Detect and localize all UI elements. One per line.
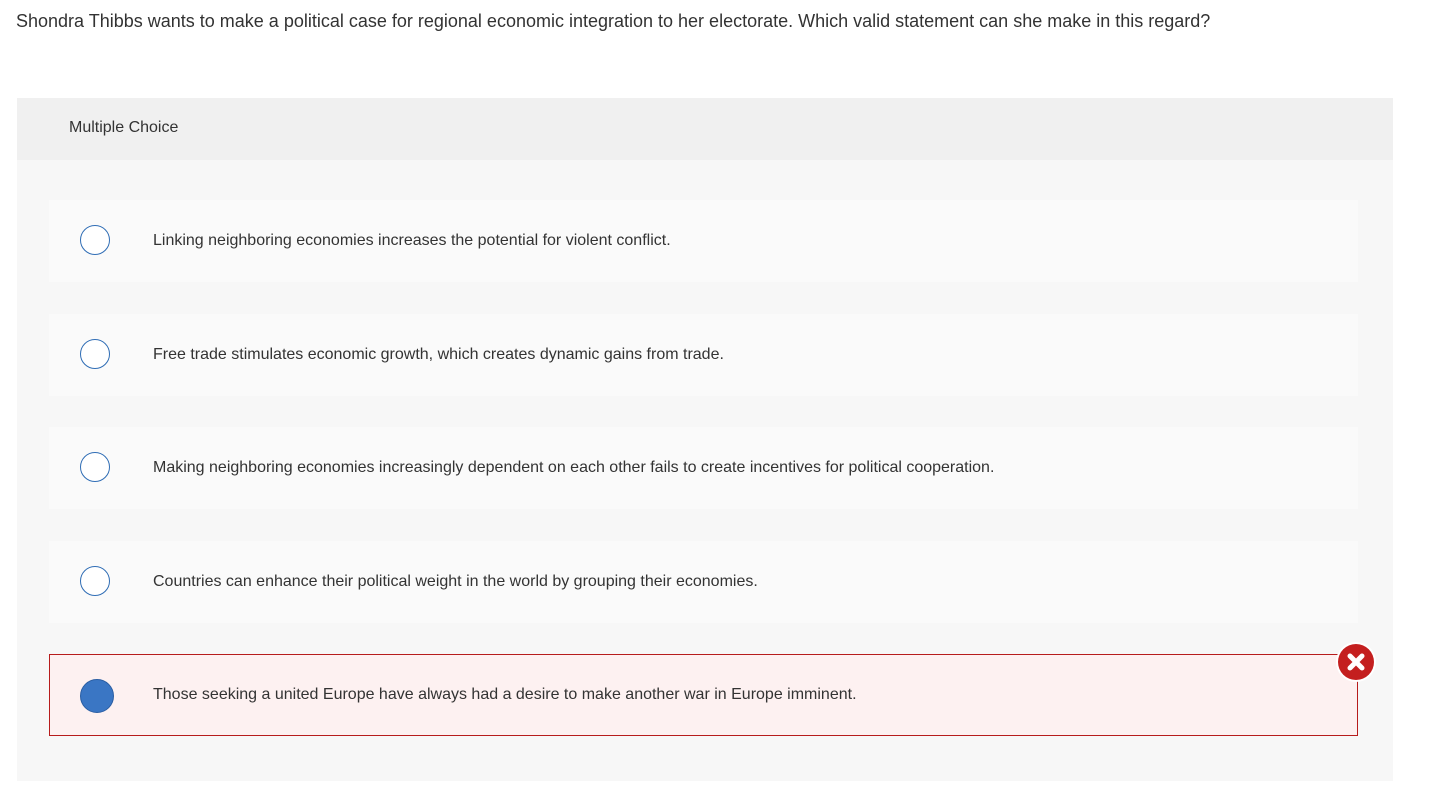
- radio-button-icon[interactable]: [80, 452, 110, 482]
- question-type-label: Multiple Choice: [69, 119, 179, 136]
- radio-button-selected-icon[interactable]: [80, 679, 114, 713]
- choice-option-2[interactable]: Free trade stimulates economic growth, w…: [49, 314, 1358, 396]
- question-text: Shondra Thibbs wants to make a political…: [16, 11, 1211, 31]
- choice-option-1[interactable]: Linking neighboring economies increases …: [49, 200, 1358, 282]
- radio-button-icon[interactable]: [80, 566, 110, 596]
- choice-label: Linking neighboring economies increases …: [153, 232, 671, 249]
- choice-label: Making neighboring economies increasingl…: [153, 459, 995, 476]
- radio-button-icon[interactable]: [80, 339, 110, 369]
- choice-option-5-selected[interactable]: Those seeking a united Europe have alway…: [49, 654, 1358, 736]
- choice-option-3[interactable]: Making neighboring economies increasingl…: [49, 427, 1358, 509]
- multiple-choice-panel: Multiple Choice Linking neighboring econ…: [17, 98, 1393, 781]
- multiple-choice-header: Multiple Choice: [17, 98, 1393, 160]
- choice-label: Those seeking a united Europe have alway…: [153, 686, 857, 703]
- choice-option-4[interactable]: Countries can enhance their political we…: [49, 541, 1358, 623]
- choice-label: Free trade stimulates economic growth, w…: [153, 346, 724, 363]
- choice-label: Countries can enhance their political we…: [153, 573, 758, 590]
- incorrect-x-icon: [1338, 644, 1374, 680]
- radio-button-icon[interactable]: [80, 225, 110, 255]
